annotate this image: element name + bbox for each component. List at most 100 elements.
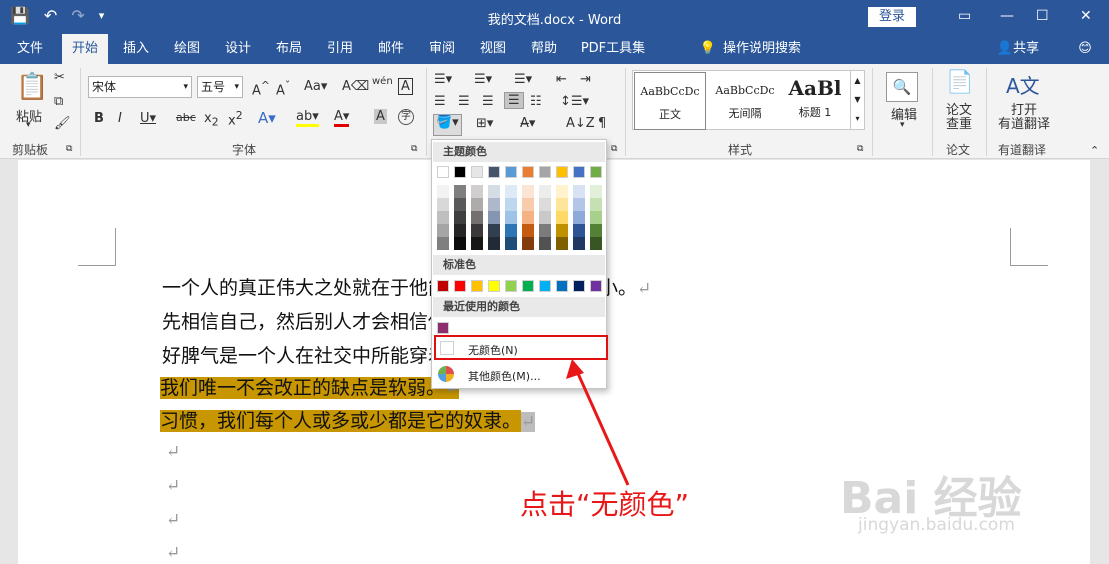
distributed-icon[interactable]: ☷ xyxy=(530,94,542,109)
chinese-layout-icon[interactable]: A̶▾ xyxy=(520,116,535,131)
bullets-icon[interactable]: ☰▾ xyxy=(434,72,452,87)
shading-icon[interactable]: 🪣▾ xyxy=(433,114,462,136)
paragraph-launcher-icon[interactable]: ⧉ xyxy=(611,144,617,154)
subscript-icon[interactable]: x2 xyxy=(204,111,219,129)
theme-color-swatch[interactable] xyxy=(488,166,500,178)
theme-shade-swatch[interactable] xyxy=(590,211,602,224)
strikethrough-icon[interactable]: abc xyxy=(176,111,196,124)
line-spacing-icon[interactable]: ↕☰▾ xyxy=(560,94,589,109)
collapse-ribbon-icon[interactable]: ⌃ xyxy=(1090,144,1099,157)
theme-shade-swatch[interactable] xyxy=(539,198,551,211)
translate-button[interactable]: 打开 有道翻译 xyxy=(998,104,1050,132)
theme-shade-swatch[interactable] xyxy=(505,185,517,198)
shrink-font-icon[interactable]: Aˇ xyxy=(276,79,290,98)
justify-icon[interactable]: ☰ xyxy=(504,92,524,109)
tab-insert[interactable]: 插入 xyxy=(114,34,158,64)
tab-file[interactable]: 文件 xyxy=(8,34,52,64)
theme-color-swatch[interactable] xyxy=(505,166,517,178)
paper-check-icon[interactable]: 📄 xyxy=(946,70,973,95)
align-left-icon[interactable]: ☰ xyxy=(434,94,446,109)
paper-check-button[interactable]: 论文 查重 xyxy=(946,104,972,132)
theme-shade-swatch[interactable] xyxy=(505,211,517,224)
standard-color-swatch[interactable] xyxy=(590,280,602,292)
show-marks-icon[interactable]: ¶ xyxy=(598,116,606,131)
theme-shade-swatch[interactable] xyxy=(573,211,585,224)
theme-shade-swatch[interactable] xyxy=(522,237,534,250)
superscript-icon[interactable]: x2 xyxy=(228,109,243,128)
style-normal[interactable]: AaBbCcDc 正文 xyxy=(634,72,706,130)
theme-shade-swatch[interactable] xyxy=(573,237,585,250)
tab-draw[interactable]: 绘图 xyxy=(165,34,209,64)
theme-shade-swatch[interactable] xyxy=(471,185,483,198)
underline-icon[interactable]: U▾ xyxy=(140,111,156,126)
close-button[interactable]: ✕ xyxy=(1080,8,1092,24)
more-colors-option[interactable]: 其他颜色(M)... xyxy=(468,368,541,384)
theme-color-swatch[interactable] xyxy=(590,166,602,178)
standard-color-swatch[interactable] xyxy=(539,280,551,292)
theme-shade-swatch[interactable] xyxy=(556,185,568,198)
theme-shade-swatch[interactable] xyxy=(471,198,483,211)
theme-shade-swatch[interactable] xyxy=(454,185,466,198)
bold-icon[interactable]: B xyxy=(94,111,104,126)
theme-shade-swatch[interactable] xyxy=(437,198,449,211)
font-size-select[interactable]: 五号 ▾ xyxy=(197,76,243,98)
theme-shade-swatch[interactable] xyxy=(437,237,449,250)
theme-color-swatch[interactable] xyxy=(573,166,585,178)
numbering-icon[interactable]: ☰▾ xyxy=(474,72,492,87)
theme-shade-swatch[interactable] xyxy=(505,224,517,237)
theme-shade-swatch[interactable] xyxy=(454,224,466,237)
borders-icon[interactable]: ⊞▾ xyxy=(476,116,493,131)
theme-shade-swatch[interactable] xyxy=(454,211,466,224)
translate-icon[interactable]: A文 xyxy=(1006,70,1040,99)
minimize-button[interactable]: — xyxy=(1000,8,1014,24)
tab-layout[interactable]: 布局 xyxy=(267,34,311,64)
theme-shade-swatch[interactable] xyxy=(522,185,534,198)
theme-shade-swatch[interactable] xyxy=(522,198,534,211)
standard-color-swatch[interactable] xyxy=(488,280,500,292)
theme-shade-swatch[interactable] xyxy=(573,224,585,237)
theme-shade-swatch[interactable] xyxy=(573,185,585,198)
empty-paragraph-mark[interactable]: ↵ xyxy=(166,543,180,563)
standard-color-swatch[interactable] xyxy=(556,280,568,292)
highlight-color-icon[interactable]: ab▾ xyxy=(296,109,319,127)
font-color-icon[interactable]: A▾ xyxy=(334,109,350,127)
edit-dropdown-icon[interactable]: ▾ xyxy=(900,120,905,130)
theme-shade-swatch[interactable] xyxy=(590,185,602,198)
empty-paragraph-mark[interactable]: ↵ xyxy=(166,442,180,462)
tab-design[interactable]: 设计 xyxy=(216,34,260,64)
document-line-selected[interactable]: 习惯，我们每个人或多或少都是它的奴隶。↵ xyxy=(160,406,536,433)
standard-color-swatch[interactable] xyxy=(471,280,483,292)
grow-font-icon[interactable]: A^ xyxy=(252,79,270,98)
font-launcher-icon[interactable]: ⧉ xyxy=(411,144,417,154)
theme-shade-swatch[interactable] xyxy=(505,198,517,211)
tab-mailings[interactable]: 邮件 xyxy=(369,34,413,64)
recent-color-swatch[interactable] xyxy=(437,322,449,334)
theme-shade-swatch[interactable] xyxy=(590,237,602,250)
theme-shade-swatch[interactable] xyxy=(471,224,483,237)
phonetic-guide-icon[interactable]: wén xyxy=(372,76,393,87)
format-painter-icon[interactable]: 🖌 xyxy=(54,116,71,131)
theme-shade-swatch[interactable] xyxy=(471,211,483,224)
cut-icon[interactable]: ✂ xyxy=(54,70,65,85)
standard-color-swatch[interactable] xyxy=(505,280,517,292)
styles-scroll[interactable]: ▲ ▼ ▾ xyxy=(850,71,864,129)
login-button[interactable]: 登录 xyxy=(868,7,916,27)
theme-shade-swatch[interactable] xyxy=(505,237,517,250)
theme-shade-swatch[interactable] xyxy=(573,198,585,211)
enclose-char-icon[interactable]: 字 xyxy=(398,109,414,125)
paste-dropdown-icon[interactable]: ▾ xyxy=(26,120,31,130)
theme-shade-swatch[interactable] xyxy=(437,185,449,198)
tell-me-search[interactable]: 操作说明搜索 xyxy=(722,34,802,64)
font-name-select[interactable]: 宋体 ▾ xyxy=(88,76,192,98)
theme-color-swatch[interactable] xyxy=(471,166,483,178)
theme-shade-swatch[interactable] xyxy=(539,237,551,250)
theme-shade-swatch[interactable] xyxy=(437,224,449,237)
multilevel-list-icon[interactable]: ☰▾ xyxy=(514,72,532,87)
style-no-spacing[interactable]: AaBbCcDc 无间隔 xyxy=(709,72,781,130)
theme-shade-swatch[interactable] xyxy=(522,224,534,237)
text-effects-icon[interactable]: A▾ xyxy=(258,109,276,127)
standard-color-swatch[interactable] xyxy=(437,280,449,292)
tab-help[interactable]: 帮助 xyxy=(522,34,566,64)
tab-view[interactable]: 视图 xyxy=(471,34,515,64)
theme-color-swatch[interactable] xyxy=(556,166,568,178)
